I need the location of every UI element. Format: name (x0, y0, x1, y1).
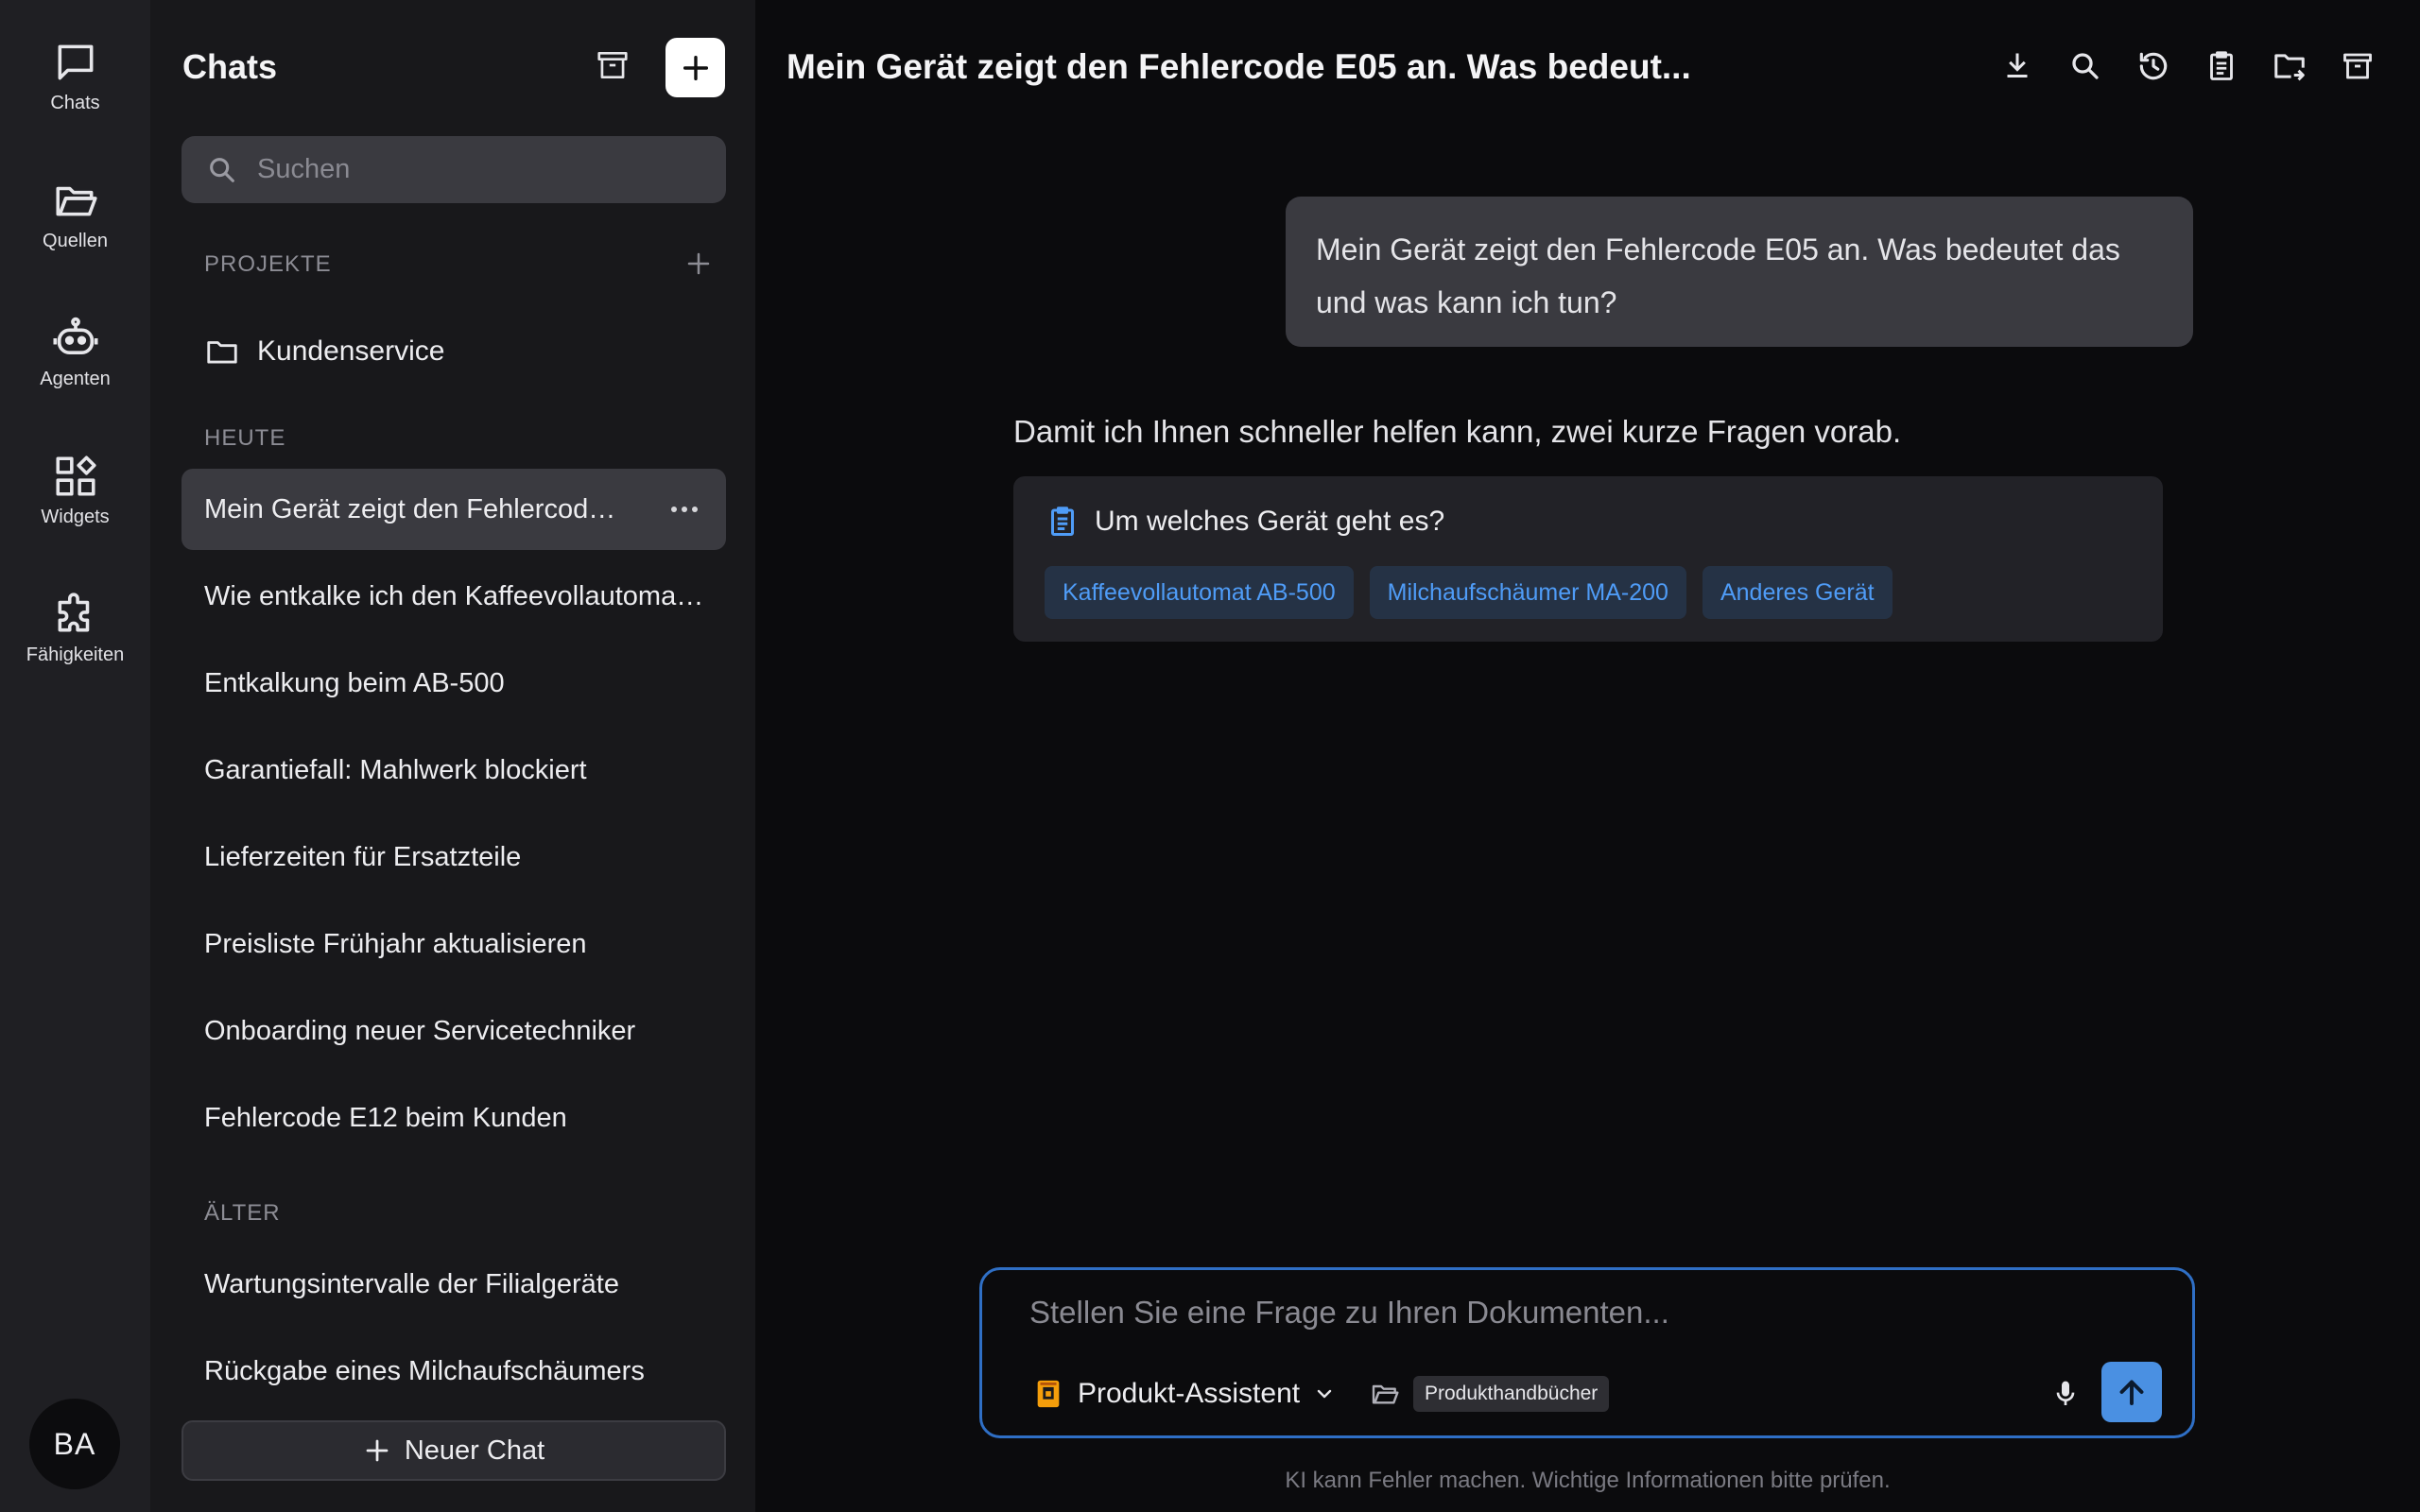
widgets-icon (51, 452, 100, 501)
option-chip[interactable]: Kaffeevollautomat AB-500 (1045, 566, 1354, 619)
section-label-today: HEUTE (204, 425, 286, 451)
archive-chat-button[interactable] (2337, 45, 2378, 87)
chat-sidebar: Chats PROJEKTE Kundenservice HEUTE Mein … (150, 0, 755, 1512)
chat-item[interactable]: Rückgabe eines Milchaufschäumers (182, 1331, 726, 1412)
chat-item[interactable]: Lieferzeiten für Ersatzteile (182, 816, 726, 898)
clipboard-button[interactable] (2201, 45, 2242, 87)
left-rail: Chats Quellen Agenten Widgets Fähigkeite… (0, 0, 150, 1512)
search-box[interactable] (182, 136, 726, 203)
history-button[interactable] (2133, 45, 2174, 87)
project-item-kundenservice[interactable]: Kundenservice (204, 330, 444, 373)
disclaimer: KI kann Fehler machen. Wichtige Informat… (1285, 1468, 1891, 1493)
send-button[interactable] (2101, 1362, 2162, 1422)
chat-item[interactable]: Preisliste Frühjahr aktualisieren (182, 903, 726, 985)
chat-more-button[interactable] (666, 495, 703, 524)
rail-item-chats[interactable]: Chats (0, 38, 150, 142)
microphone-icon (2056, 1381, 2075, 1405)
question-header: Um welches Gerät geht es? (1046, 505, 1444, 539)
chat-item-label: Rückgabe eines Milchaufschäumers (204, 1355, 645, 1386)
search-icon (210, 157, 234, 182)
robot-icon (51, 314, 100, 363)
user-message: Mein Gerät zeigt den Fehlercode E05 an. … (1286, 197, 2193, 347)
search-input[interactable] (257, 154, 692, 185)
plus-icon (366, 1439, 389, 1462)
archive-button[interactable] (591, 43, 634, 87)
rail-item-label: Widgets (41, 507, 110, 527)
chat-item-label: Garantiefall: Mahlwerk blockiert (204, 754, 587, 785)
chat-item-label: Lieferzeiten für Ersatzteile (204, 841, 522, 872)
rail-item-label: Fähigkeiten (26, 644, 125, 665)
plus-icon (683, 55, 708, 80)
plus-icon (687, 252, 710, 275)
chat-item-label: Entkalkung beim AB-500 (204, 667, 505, 698)
clipboard-icon (2210, 51, 2233, 80)
project-label: Kundenservice (257, 335, 445, 367)
rail-item-quellen[interactable]: Quellen (0, 176, 150, 280)
chat-item-label: Preisliste Frühjahr aktualisieren (204, 928, 587, 959)
puzzle-icon (51, 590, 100, 639)
coffee-machine-icon (1037, 1380, 1060, 1408)
folder-open-icon (1372, 1384, 1399, 1404)
folder-move-icon (2274, 54, 2305, 81)
archive-icon (2343, 53, 2372, 79)
question-text: Um welches Gerät geht es? (1095, 506, 1445, 537)
question-options: Kaffeevollautomat AB-500 Milchaufschäume… (1045, 566, 1893, 619)
chat-item[interactable]: Onboarding neuer Servicetechniker (182, 990, 726, 1072)
option-chip[interactable]: Anderes Gerät (1702, 566, 1893, 619)
chat-item[interactable]: Entkalkung beim AB-500 (182, 643, 726, 724)
message-input[interactable] (1029, 1295, 2145, 1342)
chat-item[interactable]: Wartungsintervalle der Filialgeräte (182, 1244, 726, 1325)
rail-item-widgets[interactable]: Widgets (0, 452, 150, 556)
rail-item-agenten[interactable]: Agenten (0, 314, 150, 418)
chat-item[interactable]: Wie entkalke ich den Kaffeevollautomaten… (182, 556, 726, 637)
rail-item-faehigkeiten[interactable]: Fähigkeiten (0, 590, 150, 694)
new-chat-button[interactable]: Neuer Chat (182, 1420, 726, 1481)
section-label-older: ÄLTER (204, 1200, 281, 1226)
download-icon (2007, 53, 2028, 77)
chevron-down-icon (1317, 1389, 1332, 1399)
search-icon (2072, 53, 2099, 79)
archive-icon (597, 51, 628, 79)
agent-selector[interactable]: Produkt-Assistent (1034, 1372, 1336, 1416)
chat-item-label: Wartungsintervalle der Filialgeräte (204, 1268, 619, 1299)
chat-item[interactable]: Garantiefall: Mahlwerk blockiert (182, 730, 726, 811)
folder-icon (207, 341, 237, 364)
arrow-up-icon (2119, 1380, 2144, 1405)
new-chat-label: Neuer Chat (404, 1435, 545, 1466)
page-title: Mein Gerät zeigt den Fehlercode E05 an. … (786, 47, 1691, 86)
chat-item-active[interactable]: Mein Gerät zeigt den Fehlercode E05 an. … (182, 469, 726, 550)
chat-item-label: Mein Gerät zeigt den Fehlercode E05 an. … (204, 493, 620, 524)
rail-item-label: Quellen (43, 231, 108, 251)
chat-item-label: Fehlercode E12 beim Kunden (204, 1102, 567, 1133)
chat-item-label: Wie entkalke ich den Kaffeevollautomaten… (204, 580, 705, 611)
new-chat-icon-button[interactable] (666, 38, 725, 97)
avatar[interactable]: BA (29, 1399, 120, 1489)
chat-bubble-icon (51, 38, 100, 87)
history-icon (2139, 52, 2168, 80)
download-button[interactable] (1996, 45, 2038, 87)
chat-item[interactable]: Fehlercode E12 beim Kunden (182, 1077, 726, 1159)
add-project-button[interactable] (680, 245, 717, 283)
clipboard-icon (1051, 507, 1074, 536)
folder-open-icon (51, 176, 100, 225)
move-to-folder-button[interactable] (2269, 45, 2310, 87)
microphone-button[interactable] (2045, 1371, 2086, 1417)
agent-name: Produkt-Assistent (1078, 1378, 1301, 1409)
message-composer: Produkt-Assistent Produkthandbücher (979, 1267, 2195, 1438)
assistant-message: Damit ich Ihnen schneller helfen kann, z… (1013, 414, 1902, 449)
rail-item-label: Agenten (40, 369, 111, 389)
chat-item-label: Onboarding neuer Servicetechniker (204, 1015, 636, 1046)
rail-item-label: Chats (50, 93, 100, 113)
sidebar-title: Chats (182, 47, 278, 86)
chat-main: Mein Gerät zeigt den Fehlercode E05 an. … (755, 0, 2420, 1512)
source-selector[interactable]: Produkthandbücher (1370, 1374, 1610, 1414)
search-chat-button[interactable] (2065, 45, 2106, 87)
question-card: Um welches Gerät geht es? Kaffeevollauto… (1013, 476, 2163, 642)
source-tag: Produkthandbücher (1413, 1376, 1610, 1412)
section-label-projects: PROJEKTE (204, 251, 332, 277)
option-chip[interactable]: Milchaufschäumer MA-200 (1369, 566, 1686, 619)
